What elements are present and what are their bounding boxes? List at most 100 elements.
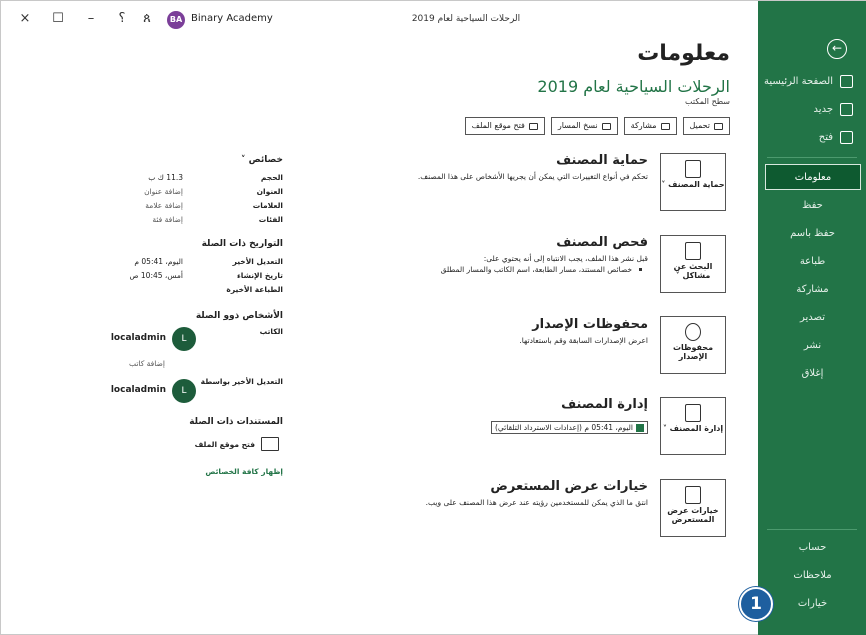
copy-path-label: نسخ المسار — [557, 121, 598, 130]
sidebar-item-label: جديد — [813, 104, 833, 115]
properties-dropdown[interactable]: خصائص ˅ — [241, 155, 283, 165]
browser-view-label: خيارات عرض المستعرض — [667, 506, 719, 524]
manage-title: إدارة المصنف — [561, 397, 648, 412]
add-category-field[interactable]: إضافة فئة — [152, 215, 183, 224]
tags-label: العلامات — [252, 201, 283, 210]
help-icon[interactable]: ؟ — [114, 11, 130, 27]
share-icon — [660, 122, 670, 130]
autosave-version-item[interactable]: اليوم، 05:41 م (إعدادات الاسترداد التلقا… — [490, 421, 648, 434]
protect-workbook-label: حماية المصنف ˅ — [661, 180, 725, 189]
copy-path-button[interactable]: نسخ المسار — [550, 117, 618, 135]
manage-workbook-label: إدارة المصنف ˅ — [662, 424, 724, 433]
modifier-avatar: L — [172, 379, 196, 403]
inspect-bullet: خصائص المستند، مسار الطابعة، اسم الكاتب … — [348, 264, 648, 275]
manage-section: إدارة المصنف اليوم، 05:41 م (إعدادات الا… — [348, 397, 648, 434]
restore-icon[interactable]: ☐ — [50, 11, 66, 27]
document-path: سطح المكتب — [685, 97, 730, 106]
cloud-upload-icon — [714, 122, 723, 130]
page-title: معلومات — [637, 41, 730, 66]
open-file-location-link[interactable]: فتح موقع الملف — [195, 440, 255, 449]
close-icon[interactable]: × — [17, 11, 33, 27]
version-title: محفوظات الإصدار — [532, 317, 648, 332]
categories-label: الفئات — [258, 215, 283, 224]
created-label: تاريخ الإنشاء — [236, 271, 283, 280]
sidebar-item-save[interactable]: حفظ — [758, 193, 866, 219]
open-location-label: فتح موقع الملف — [471, 121, 525, 130]
action-buttons: تحميل مشاركة نسخ المسار فتح موقع الملف — [464, 117, 730, 135]
size-label: الحجم — [260, 173, 283, 182]
folder-icon — [261, 437, 279, 451]
inspect-section: فحص المصنف قبل نشر هذا الملف، يجب الانتب… — [348, 235, 648, 275]
sidebar-item-account[interactable]: حساب — [758, 535, 866, 561]
browser-view-desc: انتق ما الذي يمكن للمستخدمين رؤيته عند ع… — [425, 498, 648, 507]
user-avatar[interactable]: BA — [167, 11, 185, 29]
version-history-button[interactable]: محفوظات الإصدار — [660, 316, 726, 374]
author-label: الكاتب — [259, 327, 283, 336]
add-title-field[interactable]: إضافة عنوان — [144, 187, 183, 196]
related-people-header: الأشخاص ذوو الصلة — [195, 311, 283, 321]
add-author-link[interactable]: إضافة كاتب — [129, 359, 165, 368]
window-title: الرحلات السياحية لعام 2019 — [411, 14, 521, 24]
folder-icon — [528, 122, 538, 130]
info-pane: معلومات الرحلات السياحية لعام 2019 سطح ا… — [1, 37, 758, 635]
lock-icon — [685, 160, 701, 178]
sidebar-item-feedback[interactable]: ملاحظات — [758, 563, 866, 589]
browser-view-section: خيارات عرض المستعرض انتق ما الذي يمكن لل… — [348, 479, 648, 508]
share-people-icon[interactable]: ጰ — [139, 11, 155, 27]
last-modified-label: التعديل الأخير — [232, 257, 283, 266]
version-section: محفوظات الإصدار اعرض الإصدارات السابقة و… — [348, 317, 648, 346]
properties-panel: خصائص ˅ الحجم 11.3 ك ب العنوان إضافة عنو… — [111, 155, 283, 495]
inspect-icon — [685, 242, 701, 260]
share-button[interactable]: مشاركة — [623, 117, 677, 135]
sidebar-item-share[interactable]: مشاركة — [758, 277, 866, 303]
sidebar-item-close[interactable]: إغلاق — [758, 361, 866, 387]
sidebar-item-label: الصفحة الرئيسية — [764, 76, 833, 87]
excel-file-icon — [636, 424, 644, 432]
minimize-icon[interactable]: – — [83, 11, 99, 27]
author-name: localadmin — [110, 333, 166, 343]
callout-badge: 1 — [739, 587, 773, 621]
back-arrow-icon[interactable]: ← — [827, 39, 847, 59]
clock-icon — [685, 323, 701, 341]
excel-backstage-window: × ☐ – ؟ ጰ BA Binary Academy الرحلات السي… — [0, 0, 866, 635]
new-file-icon — [840, 103, 853, 116]
user-name[interactable]: Binary Academy — [191, 13, 273, 24]
protect-workbook-button[interactable]: حماية المصنف ˅ — [660, 153, 726, 211]
show-all-properties-link[interactable]: إظهار كافة الخصائص — [205, 467, 283, 476]
last-modified-value: اليوم، 05:41 م — [134, 257, 183, 266]
check-issues-button[interactable]: البحث عن مشاكل ˅ — [660, 235, 726, 293]
sidebar-item-save-as[interactable]: حفظ باسم — [758, 221, 866, 247]
backstage-sidebar: ← الصفحة الرئيسية جديد فتح معلومات حفظ ح… — [758, 1, 866, 635]
protect-title: حماية المصنف — [556, 153, 648, 168]
sidebar-item-publish[interactable]: نشر — [758, 333, 866, 359]
protect-section: حماية المصنف تحكم في أنواع التغييرات الت… — [348, 153, 648, 182]
version-desc: اعرض الإصدارات السابقة وقم باستعادتها. — [519, 336, 648, 345]
author-person[interactable]: L localadmin — [106, 327, 196, 353]
sidebar-divider — [767, 157, 857, 158]
protect-desc: تحكم في أنواع التغييرات التي يمكن أن يجر… — [417, 172, 648, 181]
home-icon — [840, 75, 853, 88]
related-documents-header: المستندات ذات الصلة — [189, 417, 283, 427]
sidebar-item-options[interactable]: خيارات — [758, 591, 866, 617]
open-file-location-button[interactable]: فتح موقع الملف — [464, 117, 545, 135]
manage-workbook-icon — [685, 404, 701, 422]
size-value: 11.3 ك ب — [148, 173, 183, 182]
sidebar-item-home[interactable]: الصفحة الرئيسية — [758, 69, 866, 95]
sidebar-item-label: فتح — [818, 132, 833, 143]
check-issues-label: البحث عن مشاكل ˅ — [673, 262, 713, 280]
title-bar: × ☐ – ؟ ጰ BA Binary Academy الرحلات السي… — [1, 1, 758, 37]
add-tag-field[interactable]: إضافة علامة — [145, 201, 183, 210]
sidebar-item-open[interactable]: فتح — [758, 125, 866, 151]
autosave-version-label: اليوم، 05:41 م (إعدادات الاسترداد التلقا… — [494, 423, 633, 432]
inspect-desc: قبل نشر هذا الملف، يجب الانتباه إلى أنه … — [483, 254, 648, 263]
sidebar-item-info[interactable]: معلومات — [765, 164, 861, 190]
sidebar-item-print[interactable]: طباعة — [758, 249, 866, 275]
browser-view-title: خيارات عرض المستعرض — [490, 479, 648, 494]
sidebar-item-export[interactable]: تصدير — [758, 305, 866, 331]
manage-workbook-button[interactable]: إدارة المصنف ˅ — [660, 397, 726, 455]
browser-view-options-button[interactable]: خيارات عرض المستعرض — [660, 479, 726, 537]
upload-label: تحميل — [689, 121, 711, 130]
upload-button[interactable]: تحميل — [682, 117, 730, 135]
sidebar-item-new[interactable]: جديد — [758, 97, 866, 123]
modifier-person[interactable]: L localadmin — [106, 379, 196, 405]
